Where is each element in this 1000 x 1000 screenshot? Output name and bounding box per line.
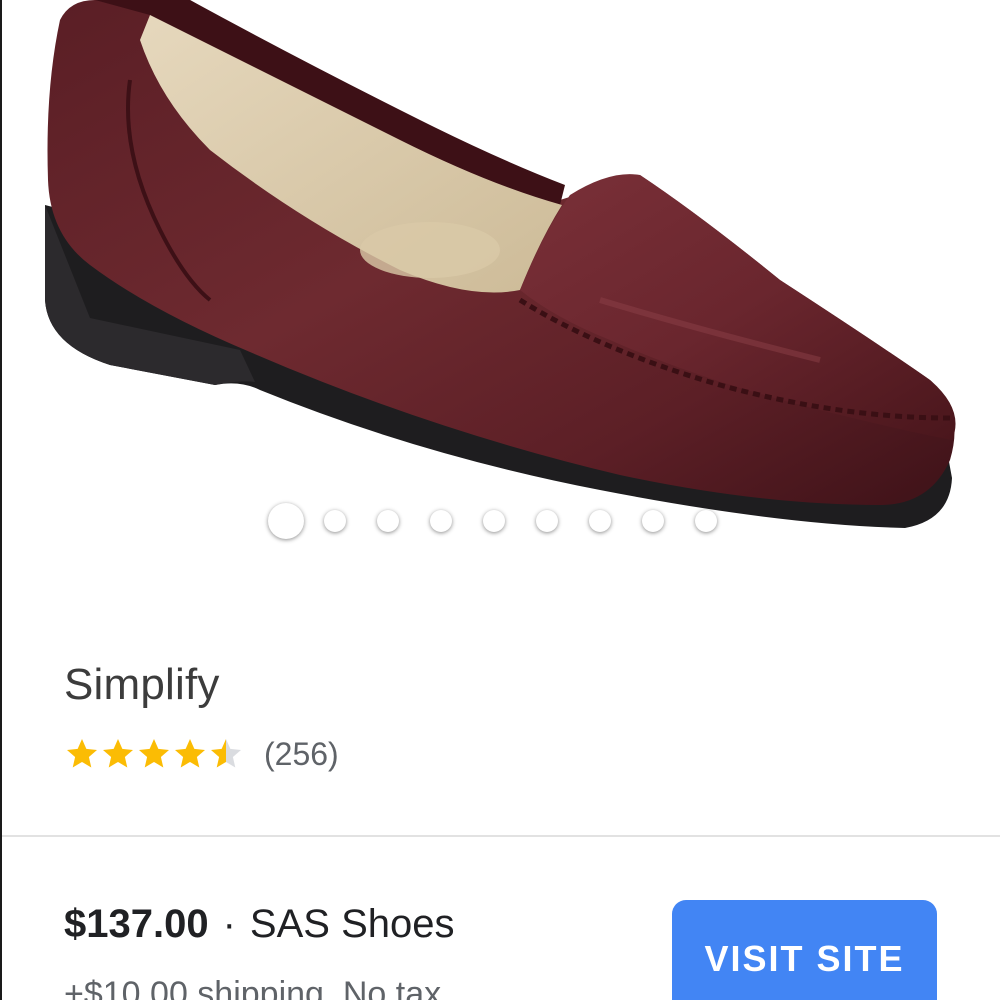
section-divider — [2, 835, 1000, 837]
carousel-dot[interactable] — [324, 510, 346, 532]
carousel-dot[interactable] — [642, 510, 664, 532]
price: $137.00 — [64, 902, 209, 946]
seller-name: SAS Shoes — [249, 902, 455, 946]
separator-dot: · — [222, 902, 236, 946]
star-icon — [211, 739, 241, 768]
product-page: Simplify (256) $137.00 · SAS Shoes +$10.00… — [0, 0, 1000, 1000]
carousel-dot[interactable] — [483, 510, 505, 532]
star-rating — [64, 736, 244, 772]
image-carousel-indicators[interactable] — [268, 503, 717, 539]
left-edge-border — [0, 0, 2, 1000]
star-icon — [103, 739, 133, 768]
carousel-dot[interactable] — [695, 510, 717, 532]
review-count[interactable]: (256) — [264, 736, 339, 773]
star-icon — [139, 739, 169, 768]
visit-site-button[interactable]: VISIT SITE — [672, 900, 937, 1000]
carousel-dot[interactable] — [536, 510, 558, 532]
rating-row[interactable]: (256) — [64, 733, 339, 775]
star-icon — [175, 739, 205, 768]
carousel-dot[interactable] — [268, 503, 304, 539]
star-icon — [67, 739, 97, 768]
product-title[interactable]: Simplify — [64, 660, 220, 710]
carousel-dot[interactable] — [589, 510, 611, 532]
carousel-dot[interactable] — [430, 510, 452, 532]
carousel-dot[interactable] — [377, 510, 399, 532]
offer-line: $137.00 · SAS Shoes — [64, 902, 455, 947]
shipping-info: +$10.00 shipping. No tax — [64, 975, 442, 1000]
